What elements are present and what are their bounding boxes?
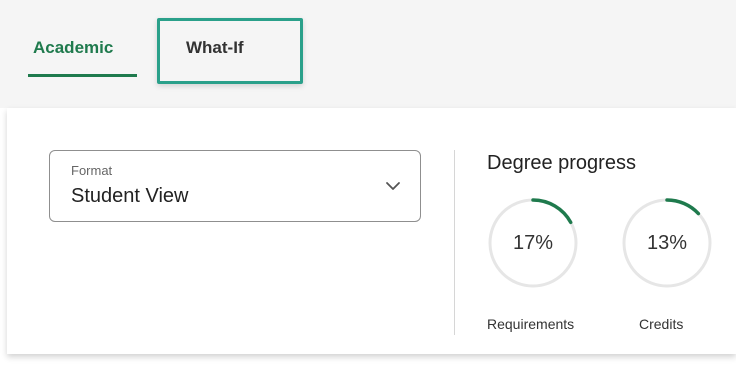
format-select[interactable]: Format Student View <box>49 150 421 222</box>
format-value: Student View <box>71 185 189 207</box>
requirements-percent: 17% <box>512 231 554 254</box>
divider <box>454 150 455 335</box>
degree-progress-title: Degree progress <box>487 152 636 174</box>
requirements-progress-ring: 17% <box>487 197 579 289</box>
format-label: Format <box>71 163 113 178</box>
focus-outline <box>157 18 303 84</box>
active-tab-indicator <box>28 74 137 77</box>
credits-progress-ring: 13% <box>621 197 713 289</box>
credits-percent: 13% <box>646 231 688 254</box>
requirements-label: Requirements <box>487 316 575 332</box>
chevron-down-icon <box>386 182 400 190</box>
credits-label: Credits <box>639 316 684 332</box>
tab-academic[interactable]: Academic <box>33 36 113 60</box>
